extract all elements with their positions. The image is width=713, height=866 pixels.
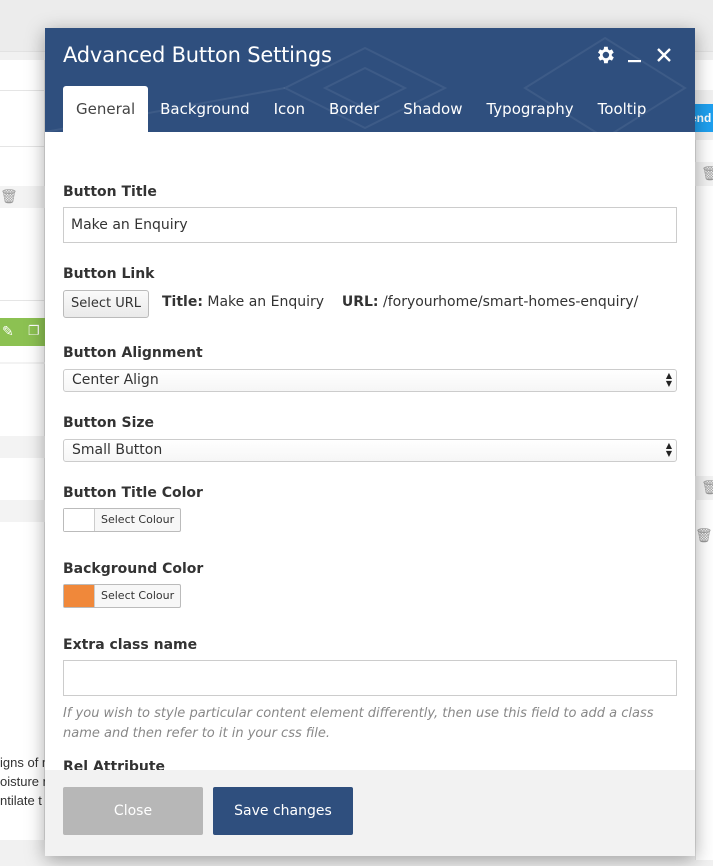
- link-title-key: Title:: [162, 294, 203, 310]
- background-divider: [0, 90, 45, 91]
- copy-icon[interactable]: ❐: [28, 323, 40, 339]
- button-link-info: Title: Make an Enquiry URL: /foryourhome…: [162, 294, 638, 310]
- trash-icon[interactable]: 🗑: [695, 528, 713, 544]
- trash-icon[interactable]: 🗑: [0, 189, 18, 205]
- tab-border[interactable]: Border: [317, 86, 391, 132]
- select-url-button[interactable]: Select URL: [63, 290, 149, 318]
- background-text: ntilate t: [0, 793, 42, 808]
- close-icon[interactable]: [653, 44, 675, 66]
- button-title-color-picker[interactable]: Select Colour: [63, 508, 182, 532]
- link-title-value: Make an Enquiry: [207, 294, 325, 310]
- modal-header: Advanced Button Settings General Backgro…: [45, 28, 695, 132]
- tab-icon[interactable]: Icon: [262, 86, 317, 132]
- modal-footer: Close Save changes: [45, 770, 695, 856]
- link-url-key: URL:: [341, 294, 379, 310]
- trash-icon[interactable]: 🗑: [701, 166, 713, 182]
- button-size-label: Button Size: [63, 415, 155, 431]
- tab-tooltip[interactable]: Tooltip: [586, 86, 659, 132]
- select-arrows-icon: ▲ ▼: [665, 441, 673, 458]
- tab-bar: General Background Icon Border Shadow Ty…: [63, 86, 658, 132]
- select-colour-label: Select Colour: [101, 513, 175, 526]
- tab-shadow[interactable]: Shadow: [391, 86, 474, 132]
- button-title-input[interactable]: Make an Enquiry: [63, 207, 677, 243]
- close-button[interactable]: Close: [63, 787, 203, 835]
- button-alignment-label: Button Alignment: [63, 345, 203, 361]
- select-arrows-icon: ▲ ▼: [665, 371, 673, 388]
- gear-icon[interactable]: [594, 44, 616, 66]
- background-divider: [0, 146, 45, 147]
- button-title-label: Button Title: [63, 184, 157, 200]
- button-size-value: Small Button: [72, 442, 163, 458]
- background-right-panel: [695, 140, 713, 860]
- extra-class-label: Extra class name: [63, 637, 198, 653]
- save-changes-button[interactable]: Save changes: [213, 787, 353, 835]
- color-swatch-white: [64, 509, 95, 531]
- tab-background[interactable]: Background: [148, 86, 262, 132]
- background-text: oisture n: [0, 774, 45, 789]
- tab-general[interactable]: General: [63, 86, 149, 132]
- background-color-picker[interactable]: Select Colour: [63, 584, 182, 608]
- rel-attribute-label: Rel Attribute: [63, 759, 166, 770]
- extra-class-input[interactable]: [63, 660, 677, 696]
- button-title-color-label: Button Title Color: [63, 485, 203, 501]
- background-text: igns of m: [0, 755, 45, 770]
- background-bar: [0, 362, 45, 364]
- button-alignment-select[interactable]: Center Align ▲ ▼: [63, 369, 677, 392]
- button-size-select[interactable]: Small Button ▲ ▼: [63, 439, 677, 462]
- minimize-icon[interactable]: [624, 44, 646, 66]
- background-edit-bar: ✎ ❐: [0, 318, 45, 346]
- button-link-label: Button Link: [63, 266, 155, 282]
- background-divider: [0, 300, 45, 301]
- background-bar: [0, 436, 45, 458]
- color-swatch-orange: [64, 585, 95, 607]
- modal-body[interactable]: Button Title Make an Enquiry Button Link…: [45, 132, 695, 770]
- pencil-icon[interactable]: ✎: [2, 323, 14, 340]
- background-color-label: Background Color: [63, 561, 204, 577]
- link-url-value: /foryourhome/smart-homes-enquiry/: [382, 294, 639, 310]
- tab-typography[interactable]: Typography: [474, 86, 585, 132]
- select-colour-label: Select Colour: [101, 589, 175, 602]
- trash-icon[interactable]: 🗑: [701, 480, 713, 496]
- advanced-button-settings-modal: Advanced Button Settings General Backgro…: [45, 28, 695, 856]
- extra-class-help-text: If you wish to style particular content …: [63, 706, 654, 741]
- button-alignment-value: Center Align: [72, 372, 159, 388]
- background-bar: [0, 500, 45, 522]
- modal-title: Advanced Button Settings: [63, 43, 332, 67]
